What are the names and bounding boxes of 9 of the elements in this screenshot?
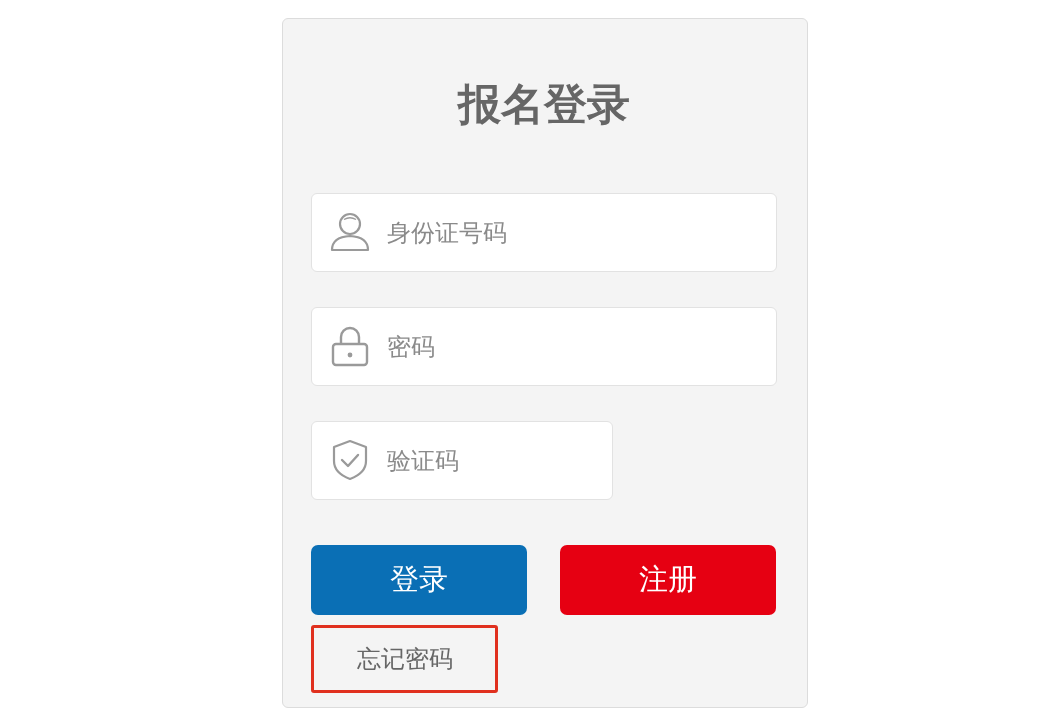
person-icon — [329, 211, 371, 253]
password-field[interactable]: 密码 — [311, 307, 777, 386]
id-number-field[interactable]: 身份证号码 — [311, 193, 777, 272]
login-button[interactable]: 登录 — [311, 545, 527, 615]
page-title: 报名登录 — [457, 79, 630, 130]
lock-icon — [329, 325, 371, 367]
forgot-password-link[interactable]: 忘记密码 — [311, 625, 498, 693]
captcha-field[interactable]: 验证码 — [311, 421, 613, 500]
register-button[interactable]: 注册 — [560, 545, 776, 615]
